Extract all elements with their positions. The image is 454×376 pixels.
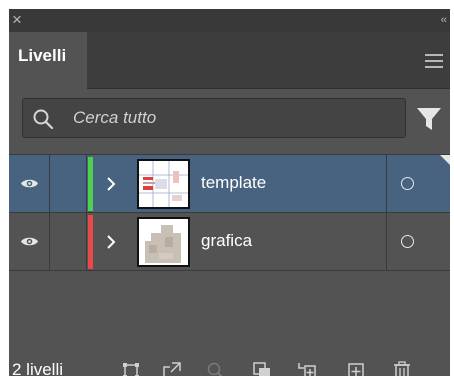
create-sublayer-icon[interactable] [297, 361, 317, 376]
chevron-right-icon[interactable] [106, 234, 116, 250]
layer-thumbnail [137, 159, 190, 209]
selection-indicator-icon [440, 155, 450, 165]
panel-menu-icon[interactable] [425, 54, 443, 68]
visibility-toggle[interactable] [9, 213, 50, 271]
filter-icon[interactable] [416, 107, 442, 131]
eye-icon [21, 237, 38, 246]
layers-panel: × ‹‹ Livelli Cerca tutto template grafic… [9, 9, 450, 376]
layers-list: template grafica [9, 154, 450, 354]
search-icon [33, 109, 54, 130]
target-cell[interactable] [386, 155, 450, 213]
layer-count: 2 livelli [12, 360, 64, 376]
collect-for-export-icon[interactable] [121, 361, 141, 376]
collapse-panel-button[interactable]: ‹‹ [428, 13, 447, 27]
target-cell[interactable] [386, 213, 450, 271]
create-new-layer-icon[interactable] [346, 361, 366, 376]
search-input[interactable] [73, 107, 393, 129]
lock-toggle[interactable] [50, 213, 87, 271]
trash-icon[interactable] [392, 361, 412, 376]
layer-row-grafica[interactable]: grafica [9, 212, 450, 271]
locate-object-icon[interactable] [162, 361, 182, 376]
layer-color-bar [88, 215, 93, 269]
layer-name[interactable]: grafica [201, 231, 252, 251]
target-circle-icon[interactable] [401, 177, 414, 190]
panel-footer: 2 livelli [9, 354, 450, 376]
make-clipping-mask-icon[interactable] [252, 361, 272, 376]
search-box[interactable] [22, 98, 406, 138]
list-divider [9, 270, 450, 271]
lock-toggle[interactable] [50, 155, 87, 213]
eye-icon [21, 179, 38, 188]
search-layer-icon[interactable] [206, 361, 226, 376]
visibility-toggle[interactable] [9, 155, 50, 213]
layer-thumbnail [137, 217, 190, 267]
panel-titlebar: × ‹‹ [9, 9, 450, 32]
close-panel-button[interactable]: × [12, 11, 28, 28]
target-circle-icon[interactable] [401, 235, 414, 248]
chevron-right-icon[interactable] [106, 176, 116, 192]
panel-tabstrip: Livelli [9, 32, 450, 89]
layer-color-bar [88, 157, 93, 211]
layer-row-template[interactable]: template [9, 154, 450, 213]
layer-name[interactable]: template [201, 173, 266, 193]
tab-livelli[interactable]: Livelli [9, 32, 87, 89]
